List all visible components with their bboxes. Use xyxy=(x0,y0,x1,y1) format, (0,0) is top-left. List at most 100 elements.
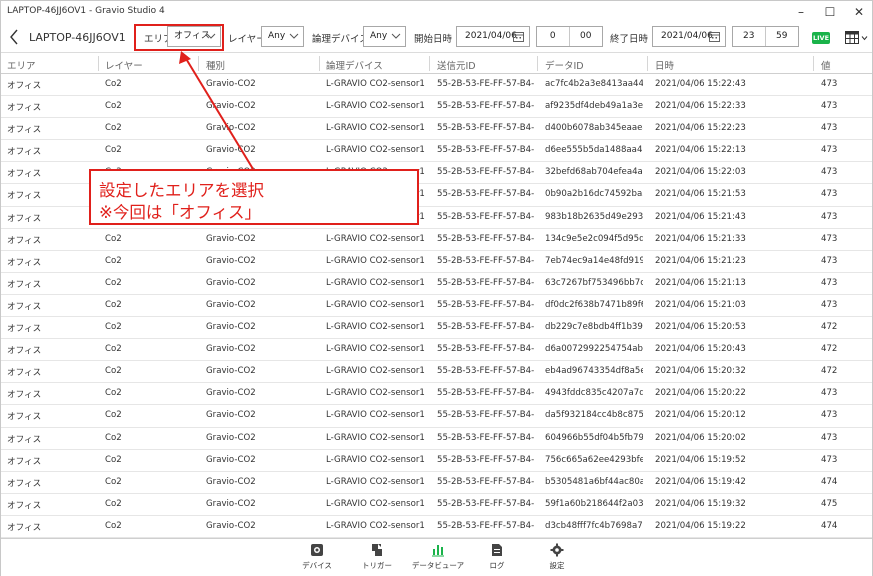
start-hour[interactable]: 0 xyxy=(537,27,570,46)
start-time-input[interactable]: 0 00 xyxy=(536,26,603,47)
cell-data-id: da5f932184cc4b8c87522 xyxy=(545,410,643,421)
end-hour[interactable]: 23 xyxy=(733,27,766,46)
end-minute[interactable]: 59 xyxy=(766,27,799,46)
back-arrow-icon[interactable] xyxy=(8,28,20,46)
cell-logical-device: L-GRAVIO CO2-sensor1 xyxy=(326,344,425,355)
column-separator[interactable] xyxy=(319,56,320,71)
close-button[interactable]: ✕ xyxy=(847,3,871,21)
data-table-body[interactable]: オフィス Co2 Gravio-CO2 L-GRAVIO CO2-sensor1 55-… xyxy=(1,74,872,538)
cell-area: オフィス xyxy=(7,147,42,158)
callout-line-1: 設定したエリアを選択 xyxy=(99,181,264,200)
end-date-picker[interactable]: 2021/04/06 xyxy=(652,26,726,47)
app-window: LAPTOP-46JJ6OV1 - Gravio Studio 4 – ☐ ✕ … xyxy=(0,0,873,576)
table-view-icon[interactable] xyxy=(845,31,859,44)
nav-triggers[interactable]: トリガー xyxy=(349,543,405,575)
cell-data-id: 604966b55df04b5fb79b xyxy=(545,432,643,443)
maximize-button[interactable]: ☐ xyxy=(818,3,842,21)
calendar-icon xyxy=(709,32,720,42)
cell-value: 473 xyxy=(821,454,838,465)
table-row[interactable]: オフィス Co2 Gravio-CO2 L-GRAVIO CO2-sensor1 55-… xyxy=(1,74,872,97)
chevron-down-icon[interactable] xyxy=(861,35,868,41)
column-separator[interactable] xyxy=(537,56,538,71)
cell-value: 473 xyxy=(821,145,838,156)
cell-area: オフィス xyxy=(7,522,42,533)
table-row[interactable]: オフィス Co2 Gravio-CO2 L-GRAVIO CO2-sensor1 55-… xyxy=(1,383,872,406)
table-row[interactable]: オフィス Co2 Gravio-CO2 L-GRAVIO CO2-sensor1 55-… xyxy=(1,516,872,538)
table-header: エリア レイヤー 種別 論理デバイス 送信元ID データID 日時 値 xyxy=(1,52,872,74)
nav-data-viewer[interactable]: データビューア xyxy=(410,543,466,575)
column-separator[interactable] xyxy=(198,56,199,71)
cell-source-id: 55-2B-53-FE-FF-57-B4-1 xyxy=(437,233,535,244)
cell-type: Gravio-CO2 xyxy=(206,344,256,355)
cell-source-id: 55-2B-53-FE-FF-57-B4-1 xyxy=(437,476,535,487)
table-row[interactable]: オフィス Co2 Gravio-CO2 L-GRAVIO CO2-sensor1 55-… xyxy=(1,405,872,428)
cell-data-id: 0b90a2b16dc74592ba53 xyxy=(545,189,643,200)
cell-source-id: 55-2B-53-FE-FF-57-B4-1 xyxy=(437,255,535,266)
cell-area: オフィス xyxy=(7,191,42,202)
chevron-down-icon xyxy=(289,33,299,39)
cell-value: 473 xyxy=(821,277,838,288)
column-separator[interactable] xyxy=(647,56,648,71)
cell-datetime: 2021/04/06 15:19:32 xyxy=(655,498,746,509)
cell-source-id: 55-2B-53-FE-FF-57-B4-1 xyxy=(437,366,535,377)
start-date-picker[interactable]: 2021/04/06 xyxy=(456,26,530,47)
cell-logical-device: L-GRAVIO CO2-sensor1 xyxy=(326,101,425,112)
cell-datetime: 2021/04/06 15:21:23 xyxy=(655,255,746,266)
live-toggle-button[interactable]: LIVE xyxy=(812,32,830,44)
cell-logical-device: L-GRAVIO CO2-sensor1 xyxy=(326,520,425,531)
column-header-layer[interactable]: レイヤー xyxy=(105,58,143,72)
column-separator[interactable] xyxy=(98,56,99,71)
cell-logical-device: L-GRAVIO CO2-sensor1 xyxy=(326,255,425,266)
cell-layer: Co2 xyxy=(105,388,122,399)
table-row[interactable]: オフィス Co2 Gravio-CO2 L-GRAVIO CO2-sensor1 55-… xyxy=(1,339,872,362)
minimize-button[interactable]: – xyxy=(789,3,813,21)
table-row[interactable]: オフィス Co2 Gravio-CO2 L-GRAVIO CO2-sensor1 55-… xyxy=(1,140,872,163)
column-header-type[interactable]: 種別 xyxy=(206,58,225,72)
logical-device-value: Any xyxy=(370,31,388,41)
table-row[interactable]: オフィス Co2 Gravio-CO2 L-GRAVIO CO2-sensor1 55-… xyxy=(1,229,872,251)
table-row[interactable]: オフィス Co2 Gravio-CO2 L-GRAVIO CO2-sensor1 55-… xyxy=(1,450,872,472)
column-header-value[interactable]: 値 xyxy=(821,58,831,72)
cell-datetime: 2021/04/06 15:20:53 xyxy=(655,322,746,333)
device-icon xyxy=(311,544,323,556)
table-row[interactable]: オフィス Co2 Gravio-CO2 L-GRAVIO CO2-sensor1 55-… xyxy=(1,251,872,273)
cell-logical-device: L-GRAVIO CO2-sensor1 xyxy=(326,432,425,443)
column-separator[interactable] xyxy=(429,56,430,71)
column-header-source-id[interactable]: 送信元ID xyxy=(437,58,476,72)
nav-log[interactable]: ログ xyxy=(469,543,525,575)
table-row[interactable]: オフィス Co2 Gravio-CO2 L-GRAVIO CO2-sensor1 55-… xyxy=(1,96,872,119)
column-header-area[interactable]: エリア xyxy=(7,58,36,72)
table-row[interactable]: オフィス Co2 Gravio-CO2 L-GRAVIO CO2-sensor1 55-… xyxy=(1,472,872,494)
column-header-logical-device[interactable]: 論理デバイス xyxy=(326,58,383,72)
start-minute[interactable]: 00 xyxy=(570,27,603,46)
column-header-data-id[interactable]: データID xyxy=(545,58,584,72)
table-row[interactable]: オフィス Co2 Gravio-CO2 L-GRAVIO CO2-sensor1 55-… xyxy=(1,361,872,384)
logical-device-dropdown[interactable]: Any xyxy=(363,26,406,47)
start-date-value: 2021/04/06 xyxy=(465,31,517,41)
table-row[interactable]: オフィス Co2 Gravio-CO2 L-GRAVIO CO2-sensor1 55-… xyxy=(1,273,872,295)
nav-devices[interactable]: デバイス xyxy=(289,543,345,575)
table-row[interactable]: オフィス Co2 Gravio-CO2 L-GRAVIO CO2-sensor1 55-… xyxy=(1,295,872,318)
end-time-input[interactable]: 23 59 xyxy=(732,26,799,47)
cell-source-id: 55-2B-53-FE-FF-57-B4-1 xyxy=(437,454,535,465)
table-row[interactable]: オフィス Co2 Gravio-CO2 L-GRAVIO CO2-sensor1 55-… xyxy=(1,118,872,141)
layer-dropdown[interactable]: Any xyxy=(261,26,304,47)
cell-area: オフィス xyxy=(7,324,42,335)
column-header-datetime[interactable]: 日時 xyxy=(655,58,674,72)
nav-settings[interactable]: 設定 xyxy=(529,543,585,575)
cell-area: オフィス xyxy=(7,257,42,268)
cell-layer: Co2 xyxy=(105,255,122,266)
table-row[interactable]: オフィス Co2 Gravio-CO2 L-GRAVIO CO2-sensor1 55-… xyxy=(1,317,872,340)
cell-value: 474 xyxy=(821,476,838,487)
column-separator[interactable] xyxy=(813,56,814,71)
table-row[interactable]: オフィス Co2 Gravio-CO2 L-GRAVIO CO2-sensor1 55-… xyxy=(1,494,872,516)
cell-source-id: 55-2B-53-FE-FF-57-B4-1 xyxy=(437,322,535,333)
cell-datetime: 2021/04/06 15:21:43 xyxy=(655,211,746,222)
table-row[interactable]: オフィス Co2 Gravio-CO2 L-GRAVIO CO2-sensor1 55-… xyxy=(1,428,872,450)
cell-value: 473 xyxy=(821,233,838,244)
cell-layer: Co2 xyxy=(105,145,122,156)
cell-datetime: 2021/04/06 15:21:53 xyxy=(655,189,746,200)
cell-value: 473 xyxy=(821,410,838,421)
cell-source-id: 55-2B-53-FE-FF-57-B4-1 xyxy=(437,123,535,134)
cell-datetime: 2021/04/06 15:21:03 xyxy=(655,299,746,310)
